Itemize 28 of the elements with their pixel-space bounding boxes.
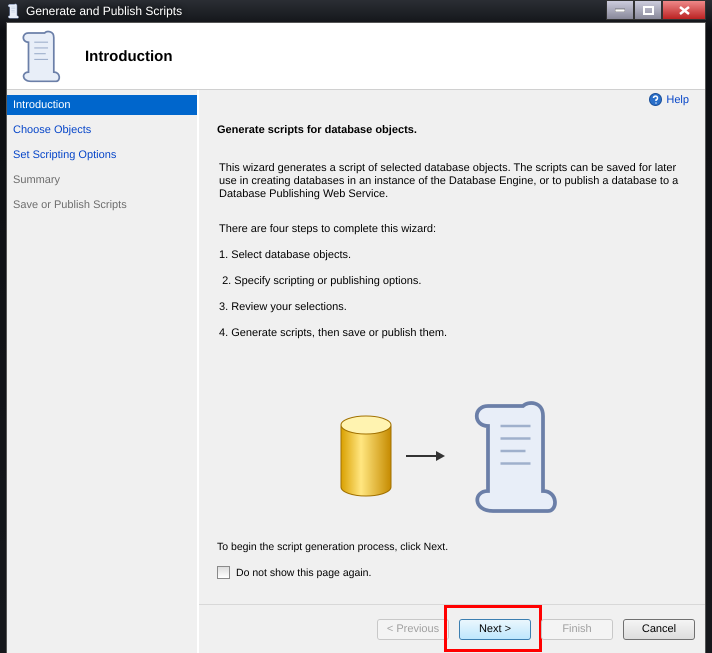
wizard-button[interactable]: Next > (459, 618, 531, 640)
help-link[interactable]: Help (666, 94, 689, 106)
window-title: Generate and Publish Scripts (26, 4, 184, 18)
step-text: 2. Specify scripting or publishing options. (221, 275, 422, 288)
scroll-icon (6, 3, 20, 19)
database-icon (338, 413, 394, 499)
close-button[interactable] (662, 0, 706, 20)
steps-intro-text: There are four steps to complete this wizard: (219, 223, 438, 236)
step-text: 1. Select database objects. (219, 249, 352, 262)
checkbox[interactable] (217, 566, 230, 579)
instruction-text: To begin the script generation process, click Next. (217, 541, 450, 553)
sidebar-item[interactable]: Set Scripting Options (7, 145, 197, 165)
minimize-icon (615, 8, 625, 12)
arrow-icon (406, 450, 446, 462)
checkbox-label: Do not show this page again. (236, 566, 372, 578)
sidebar-item[interactable]: Introduction (7, 95, 197, 115)
maximize-button[interactable] (634, 0, 662, 20)
sidebar-item[interactable]: Choose Objects (7, 120, 197, 140)
close-icon (678, 6, 690, 14)
minimize-button[interactable] (606, 0, 634, 20)
maximize-icon (642, 6, 654, 14)
step-text: 3. Review your selections. (219, 301, 348, 314)
wizard-button[interactable]: Cancel (623, 618, 695, 640)
description-text: This wizard generates a script of selected database objects. The scripts can be saved for later use in creating databases in an instance of the Database Engine, or to publish a database to a Database Publishing Web Service. (219, 162, 680, 201)
help-icon (649, 93, 662, 106)
page-title: Introduction (85, 48, 172, 64)
intro-heading: Generate scripts for database objects. (217, 124, 418, 136)
step-text: 4. Generate scripts, then save or publish them. (219, 327, 448, 340)
